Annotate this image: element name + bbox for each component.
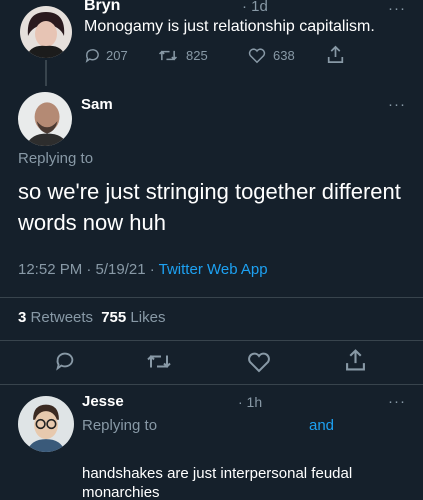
retweet-icon[interactable] xyxy=(158,47,178,64)
author-name[interactable]: Jesse xyxy=(82,393,124,410)
divider xyxy=(0,297,423,298)
retweet-icon[interactable] xyxy=(146,351,172,372)
reply-icon[interactable] xyxy=(54,350,76,372)
reply-text-line-2: monarchies xyxy=(82,484,160,500)
tweet-source[interactable]: Twitter Web App xyxy=(159,261,268,278)
author-name[interactable]: Sam xyxy=(81,96,113,113)
avatar[interactable] xyxy=(18,92,72,146)
avatar[interactable] xyxy=(18,396,74,452)
tweet-time[interactable]: · 1d xyxy=(242,0,268,15)
reply-text-line-1: handshakes are just interpersonal feudal xyxy=(82,465,353,482)
retweet-label: Retweets xyxy=(30,309,94,326)
retweet-count: 3 xyxy=(18,309,27,326)
engagement-stats: 3 Retweets 755 Likes xyxy=(18,309,165,326)
share-icon[interactable] xyxy=(327,45,344,64)
more-options-button[interactable]: ··· xyxy=(388,0,406,17)
divider xyxy=(0,340,423,341)
more-options-button[interactable]: ··· xyxy=(388,393,406,410)
likes-stat[interactable]: 755 Likes xyxy=(101,309,165,326)
like-label: Likes xyxy=(130,309,166,326)
author-name[interactable]: Bryn xyxy=(84,0,120,15)
replying-to: Replying to xyxy=(18,150,94,167)
like-count: 755 xyxy=(101,309,127,326)
tweet-text: Monogamy is just relationship capitalism… xyxy=(84,18,375,35)
retweet-count: 825 xyxy=(186,48,208,63)
tweet-text-line-1: so we're just stringing together differe… xyxy=(18,179,401,204)
thread-line xyxy=(45,60,47,86)
tweet-text-line-2: words now huh xyxy=(18,210,166,235)
retweets-stat[interactable]: 3 Retweets xyxy=(18,309,97,326)
tweet-timestamp: 12:52 PM · 5/19/21 · Twitter Web App xyxy=(18,261,268,278)
like-icon[interactable] xyxy=(248,47,266,64)
tweet-time[interactable]: · 1h xyxy=(238,394,262,410)
replying-to-and: and xyxy=(309,417,335,434)
replying-to: Replying to xyxy=(82,417,158,434)
like-icon[interactable] xyxy=(247,351,271,373)
more-options-button[interactable]: ··· xyxy=(388,96,406,113)
divider xyxy=(0,384,423,385)
share-icon[interactable] xyxy=(345,348,366,372)
tweet-time[interactable]: 12:52 PM · 5/19/21 · xyxy=(18,261,159,278)
like-count: 638 xyxy=(273,48,295,63)
avatar[interactable] xyxy=(20,6,72,58)
reply-count: 207 xyxy=(106,48,128,63)
reply-icon[interactable] xyxy=(84,47,101,64)
